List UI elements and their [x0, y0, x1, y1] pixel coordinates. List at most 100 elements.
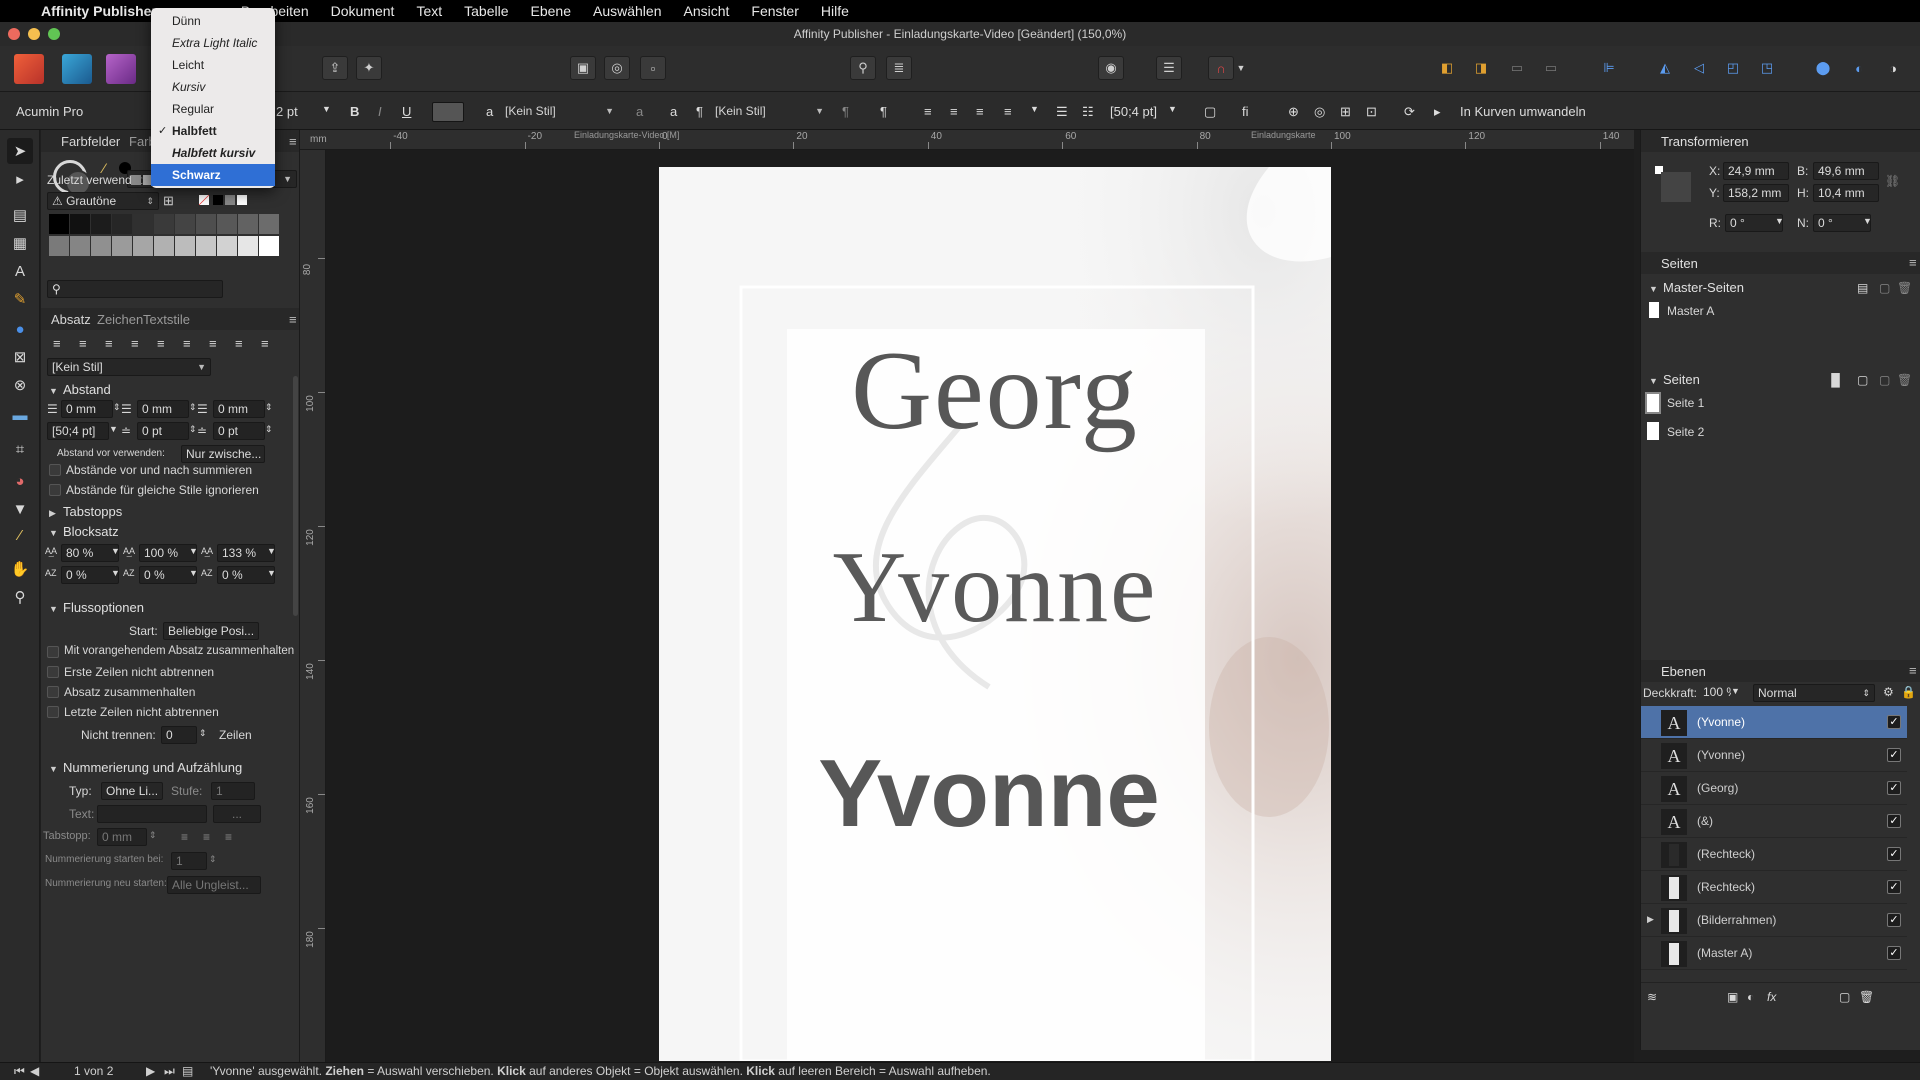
space-use-select[interactable]: Nur zwische... [181, 445, 265, 463]
text-color-swatch[interactable] [432, 102, 464, 122]
assistant-icon[interactable]: ✦ [356, 56, 382, 80]
left-indent-stepper[interactable]: ⇕ [113, 402, 121, 413]
crosshair-icon[interactable]: ⊕ [1288, 104, 1299, 120]
font-style-item[interactable]: Kursiv [151, 76, 275, 98]
list-align-right-icon[interactable]: ≡ [225, 830, 232, 844]
layer-lock-icon[interactable]: 🔒 [1901, 685, 1916, 699]
tab-zeichen[interactable]: Zeichen [97, 312, 143, 327]
rotate-icon[interactable]: ⟳ [1404, 104, 1415, 120]
close-window-button[interactable] [8, 28, 20, 40]
paragraph-align-icon[interactable]: ≡ [53, 336, 61, 351]
flip-vertical-icon[interactable]: ◁ [1686, 56, 1712, 80]
layer-row[interactable]: A (Yvonne) ✓ [1641, 739, 1907, 772]
arrange-backward-icon[interactable]: ▭ [1504, 56, 1530, 80]
page-2-thumbnail[interactable] [1647, 422, 1659, 440]
mask-icon[interactable]: ▣ [1727, 990, 1738, 1004]
list-level-field[interactable]: 1 [211, 782, 255, 800]
sum-spacing-checkbox[interactable] [49, 464, 61, 476]
paragraph-align-icon[interactable]: ≡ [157, 336, 165, 351]
last-page-icon[interactable]: ⏭ [164, 1063, 175, 1080]
recent-swatch[interactable] [131, 175, 141, 185]
y-field[interactable]: 158,2 mm [1723, 184, 1789, 202]
paragraph-align-icon[interactable]: ≡ [105, 336, 113, 351]
boolean-add-icon[interactable]: ⬤ [1810, 56, 1836, 80]
left-indent-field[interactable]: 0 mm [61, 400, 113, 418]
color-swatch[interactable] [91, 214, 111, 234]
document-info-icon[interactable]: ▤ [182, 1063, 193, 1080]
no-break-stepper[interactable]: ⇕ [199, 728, 207, 739]
font-size-field[interactable]: 2 pt [276, 104, 298, 119]
preview-eye-icon[interactable]: ◉ [1098, 56, 1124, 80]
letter-spacing-chevron-icon[interactable]: ▼ [189, 546, 198, 556]
adjustment-icon[interactable]: ◐ [1747, 990, 1754, 1004]
underline-button[interactable]: U [402, 104, 411, 119]
ellipse-frame-tool-icon[interactable]: ⊗ [7, 372, 33, 398]
master-page-icon[interactable]: ▤ [1857, 281, 1868, 295]
ligature-icon[interactable]: ﬁ [1242, 104, 1249, 119]
font-style-item[interactable]: Schwarz [151, 164, 275, 186]
leading-chevron-icon[interactable]: ▼ [109, 424, 118, 434]
text-frame-icon[interactable]: ▢ [1204, 104, 1216, 120]
leading-chevron-icon[interactable]: ▼ [1168, 104, 1177, 114]
minimize-window-button[interactable] [28, 28, 40, 40]
pages-section-header[interactable]: ▼ Seiten [1649, 372, 1700, 387]
page-1-item[interactable]: Seite 1 [1667, 396, 1704, 410]
flussoptionen-section-header[interactable]: ▼ Flussoptionen [49, 600, 144, 615]
lock-ratio-icon[interactable]: ⛓ [1885, 174, 1900, 188]
list-text-options-button[interactable]: ... [213, 805, 261, 823]
menu-ansicht[interactable]: Ansicht [672, 0, 740, 22]
list-align-left-icon[interactable]: ≡ [181, 830, 188, 844]
list-tab-stepper[interactable]: ⇕ [149, 830, 157, 841]
font-style-item[interactable]: Leicht [151, 54, 275, 76]
delete-master-icon[interactable]: 🗑 [1897, 281, 1912, 295]
menu-ebene[interactable]: Ebene [520, 0, 582, 22]
menu-hilfe[interactable]: Hilfe [810, 0, 860, 22]
opacity-field[interactable]: 100 % [1699, 684, 1731, 702]
zoom-tool-icon[interactable]: ⚲ [7, 584, 33, 610]
table-tool-icon[interactable]: ▦ [7, 230, 33, 256]
clear-char-style-icon[interactable]: a [636, 104, 643, 119]
convert-curves-icon[interactable]: ▸ [1434, 104, 1441, 120]
right-indent-stepper[interactable]: ⇕ [189, 402, 197, 413]
glyph-scale-chevron-icon[interactable]: ▼ [267, 546, 276, 556]
leading-select[interactable]: [50;4 pt] [47, 422, 109, 440]
color-swatch[interactable] [217, 236, 237, 256]
menu-dokument[interactable]: Dokument [320, 0, 406, 22]
layer-visibility-checkbox[interactable]: ✓ [1887, 913, 1901, 927]
layer-row[interactable]: A (Georg) ✓ [1641, 772, 1907, 805]
paragraph-align-icon[interactable]: ≡ [209, 336, 217, 351]
word-spacing-chevron-icon[interactable]: ▼ [111, 546, 120, 556]
leading-field[interactable]: [50;4 pt] [1110, 104, 1157, 119]
rotate-right-icon[interactable]: ◳ [1754, 56, 1780, 80]
first-line-indent-field[interactable]: 0 mm [213, 400, 265, 418]
font-style-item[interactable]: Regular [151, 98, 275, 120]
move-tool-icon[interactable]: ➤ [7, 138, 33, 164]
document-page[interactable]: Georg Yvonne Yvonne [659, 167, 1331, 1061]
layer-settings-gear-icon[interactable]: ⚙ [1883, 685, 1894, 699]
boolean-intersect-icon[interactable]: ◑ [1880, 56, 1906, 80]
picture-frame-tool-icon[interactable]: ⊠ [7, 344, 33, 370]
paragraph-align-icon[interactable]: ≡ [79, 336, 87, 351]
bleed-view-icon[interactable]: ◎ [604, 56, 630, 80]
color-swatch[interactable] [70, 236, 90, 256]
arrange-forward-icon[interactable]: ◨ [1468, 56, 1494, 80]
bullets-icon[interactable]: ☰ [1056, 104, 1068, 120]
snapping-magnet-icon[interactable]: ∩ [1208, 56, 1234, 80]
list-type-select[interactable]: Ohne Li... [101, 782, 163, 800]
color-swatch[interactable] [259, 214, 279, 234]
convert-curves-button[interactable]: In Kurven umwandeln [1460, 104, 1586, 119]
bold-button[interactable]: B [350, 104, 359, 119]
align-icon[interactable]: ⊫ [1596, 56, 1622, 80]
pen-tool-icon[interactable]: ✎ [7, 286, 33, 312]
photo-persona-icon[interactable] [106, 54, 136, 84]
prev-page-icon[interactable]: ◀ [30, 1063, 39, 1080]
tab-swatches[interactable]: Farbfelder [61, 134, 120, 149]
add-master-icon[interactable]: ▢ [1879, 281, 1890, 295]
fx-icon[interactable]: fx [1767, 990, 1776, 1004]
frame-view-icon[interactable]: ▫ [640, 56, 666, 80]
page-2-item[interactable]: Seite 2 [1667, 425, 1704, 439]
fill-tool-icon[interactable]: ▼ [7, 496, 33, 522]
list-start-field[interactable]: 1 [171, 852, 207, 870]
paragraph-align-icon[interactable]: ≡ [131, 336, 139, 351]
list-tab-field[interactable]: 0 mm [97, 828, 147, 846]
